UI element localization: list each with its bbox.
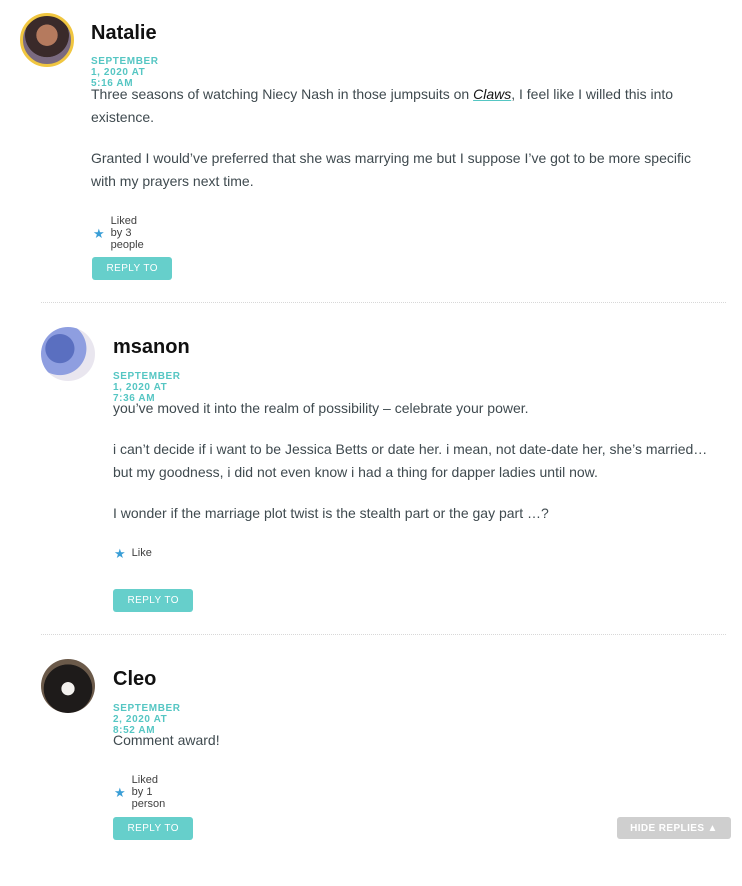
like-button[interactable]: ★ Like — [114, 545, 152, 561]
star-icon: ★ — [93, 225, 105, 241]
comment-paragraph: Granted I would’ve preferred that she wa… — [91, 150, 691, 189]
reply-button[interactable]: REPLY TO THIS COMMENT — [92, 257, 173, 320]
comment-author[interactable]: Cleo — [113, 668, 156, 691]
star-icon: ★ — [114, 545, 126, 561]
reply-button[interactable]: REPLY TO THIS COMMENT — [113, 589, 194, 652]
comment-author[interactable]: msanon — [113, 336, 190, 359]
comment-author[interactable]: Natalie — [91, 22, 157, 45]
like-text: Like — [131, 547, 152, 559]
comment-paragraph: Three seasons of watching Niecy Nash in … — [91, 83, 716, 129]
comment-divider — [41, 634, 726, 635]
avatar[interactable] — [41, 659, 95, 713]
avatar[interactable] — [41, 327, 95, 381]
like-status[interactable]: ★ Liked by 1 person — [114, 774, 165, 810]
comment-divider — [41, 302, 726, 303]
reply-button[interactable]: REPLY TO THIS COMMENT — [113, 817, 194, 880]
claws-link[interactable]: Claws — [473, 86, 511, 102]
star-icon: ★ — [114, 784, 126, 800]
comment-text: Three seasons of watching Niecy Nash in … — [91, 86, 474, 102]
like-status[interactable]: ★ Liked by 3 people — [93, 215, 144, 251]
hide-replies-button[interactable]: HIDE REPLIES ▲ — [617, 817, 731, 839]
comment-paragraph: Comment award! — [113, 732, 220, 748]
comment-paragraph: you’ve moved it into the realm of possib… — [113, 400, 529, 416]
like-text: Liked by 1 person — [131, 774, 166, 810]
comment-paragraph: I wonder if the marriage plot twist is t… — [113, 505, 549, 521]
like-text: Liked by 3 people — [110, 215, 144, 251]
comment-paragraph: i can’t decide if i want to be Jessica B… — [113, 441, 708, 480]
avatar[interactable] — [20, 13, 74, 67]
